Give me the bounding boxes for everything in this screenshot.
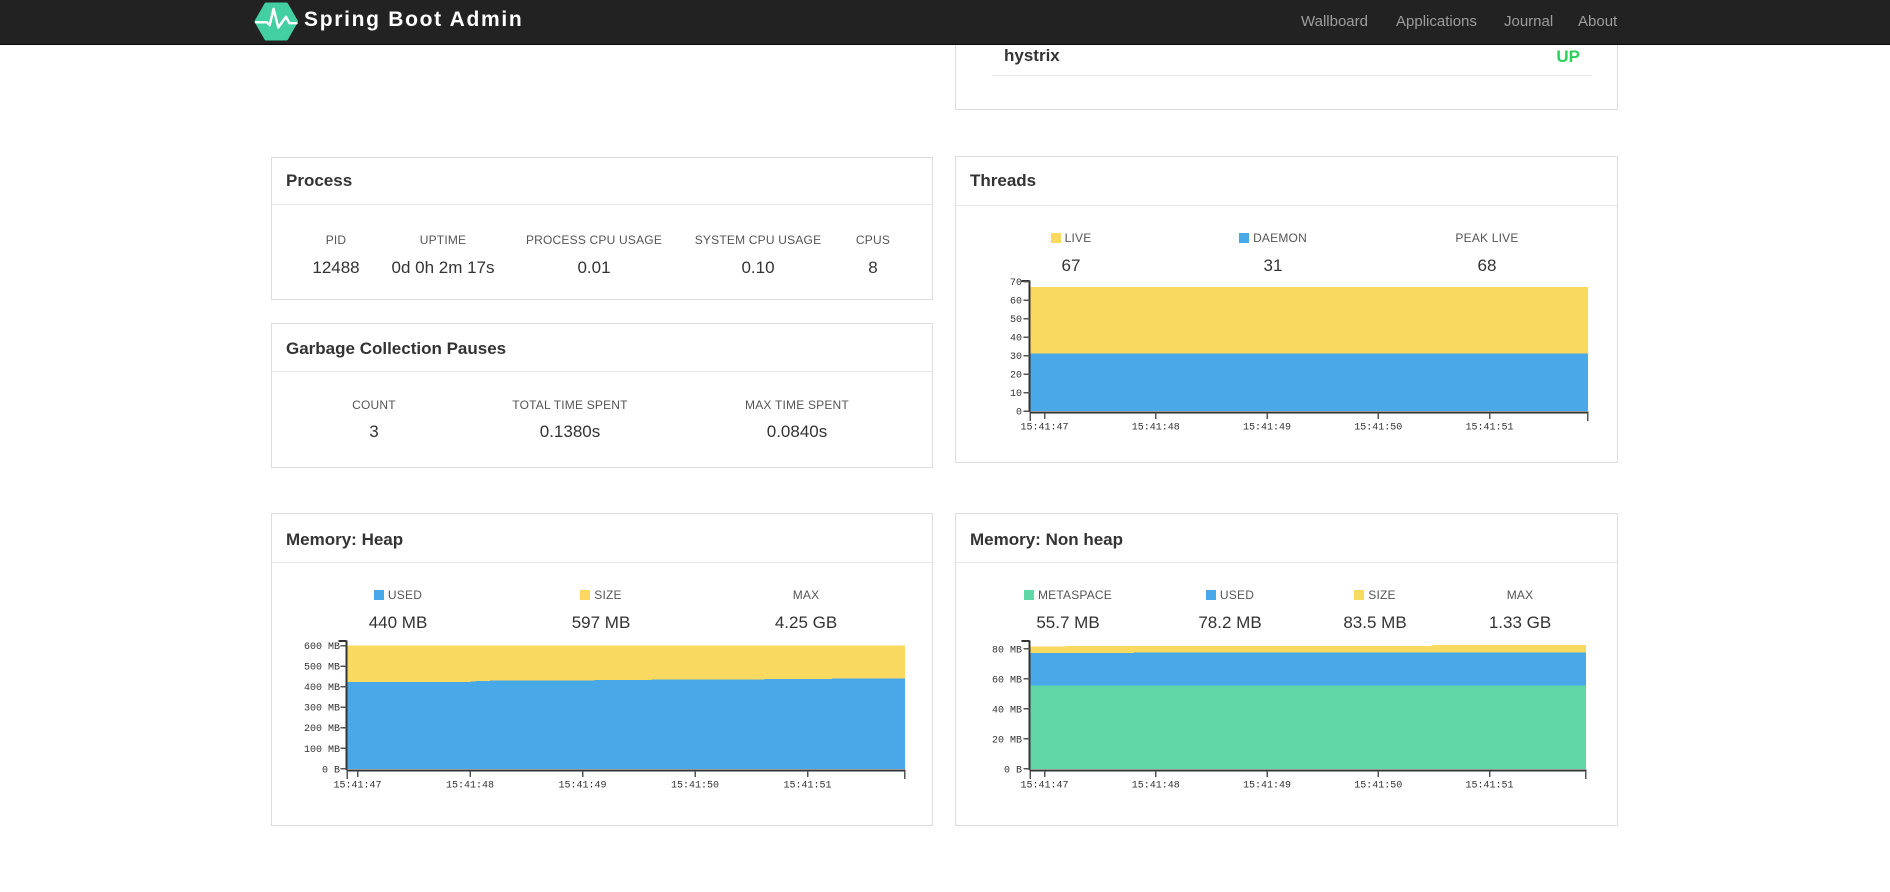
svg-text:15:41:51: 15:41:51	[1465, 781, 1513, 792]
svg-text:400 MB: 400 MB	[304, 683, 340, 694]
svg-text:15:41:51: 15:41:51	[783, 781, 831, 792]
svg-text:0 B: 0 B	[322, 765, 340, 776]
svg-text:10: 10	[1010, 389, 1022, 400]
svg-text:15:41:49: 15:41:49	[1243, 423, 1291, 434]
svg-text:600 MB: 600 MB	[304, 642, 340, 653]
svg-text:80 MB: 80 MB	[992, 645, 1022, 656]
svg-text:0 B: 0 B	[1004, 765, 1022, 776]
svg-text:15:41:50: 15:41:50	[1354, 781, 1402, 792]
svg-text:60: 60	[1010, 297, 1022, 308]
svg-text:15:41:47: 15:41:47	[333, 781, 381, 792]
svg-text:15:41:47: 15:41:47	[1020, 423, 1068, 434]
svg-text:70: 70	[1010, 278, 1022, 289]
svg-text:30: 30	[1010, 352, 1022, 363]
svg-text:100 MB: 100 MB	[304, 745, 340, 756]
svg-text:15:41:48: 15:41:48	[1132, 781, 1180, 792]
svg-text:15:41:49: 15:41:49	[558, 781, 606, 792]
svg-text:300 MB: 300 MB	[304, 704, 340, 715]
svg-text:200 MB: 200 MB	[304, 724, 340, 735]
svg-text:15:41:48: 15:41:48	[446, 781, 494, 792]
svg-text:500 MB: 500 MB	[304, 663, 340, 674]
svg-text:40 MB: 40 MB	[992, 705, 1022, 716]
svg-text:60 MB: 60 MB	[992, 675, 1022, 686]
svg-text:15:41:50: 15:41:50	[671, 781, 719, 792]
svg-text:20: 20	[1010, 371, 1022, 382]
svg-text:40: 40	[1010, 334, 1022, 345]
svg-text:50: 50	[1010, 315, 1022, 326]
svg-text:15:41:47: 15:41:47	[1020, 781, 1068, 792]
svg-text:15:41:51: 15:41:51	[1465, 423, 1513, 434]
svg-text:0: 0	[1016, 408, 1022, 419]
svg-text:15:41:50: 15:41:50	[1354, 423, 1402, 434]
svg-text:20 MB: 20 MB	[992, 735, 1022, 746]
svg-text:15:41:49: 15:41:49	[1243, 781, 1291, 792]
svg-text:15:41:48: 15:41:48	[1132, 423, 1180, 434]
